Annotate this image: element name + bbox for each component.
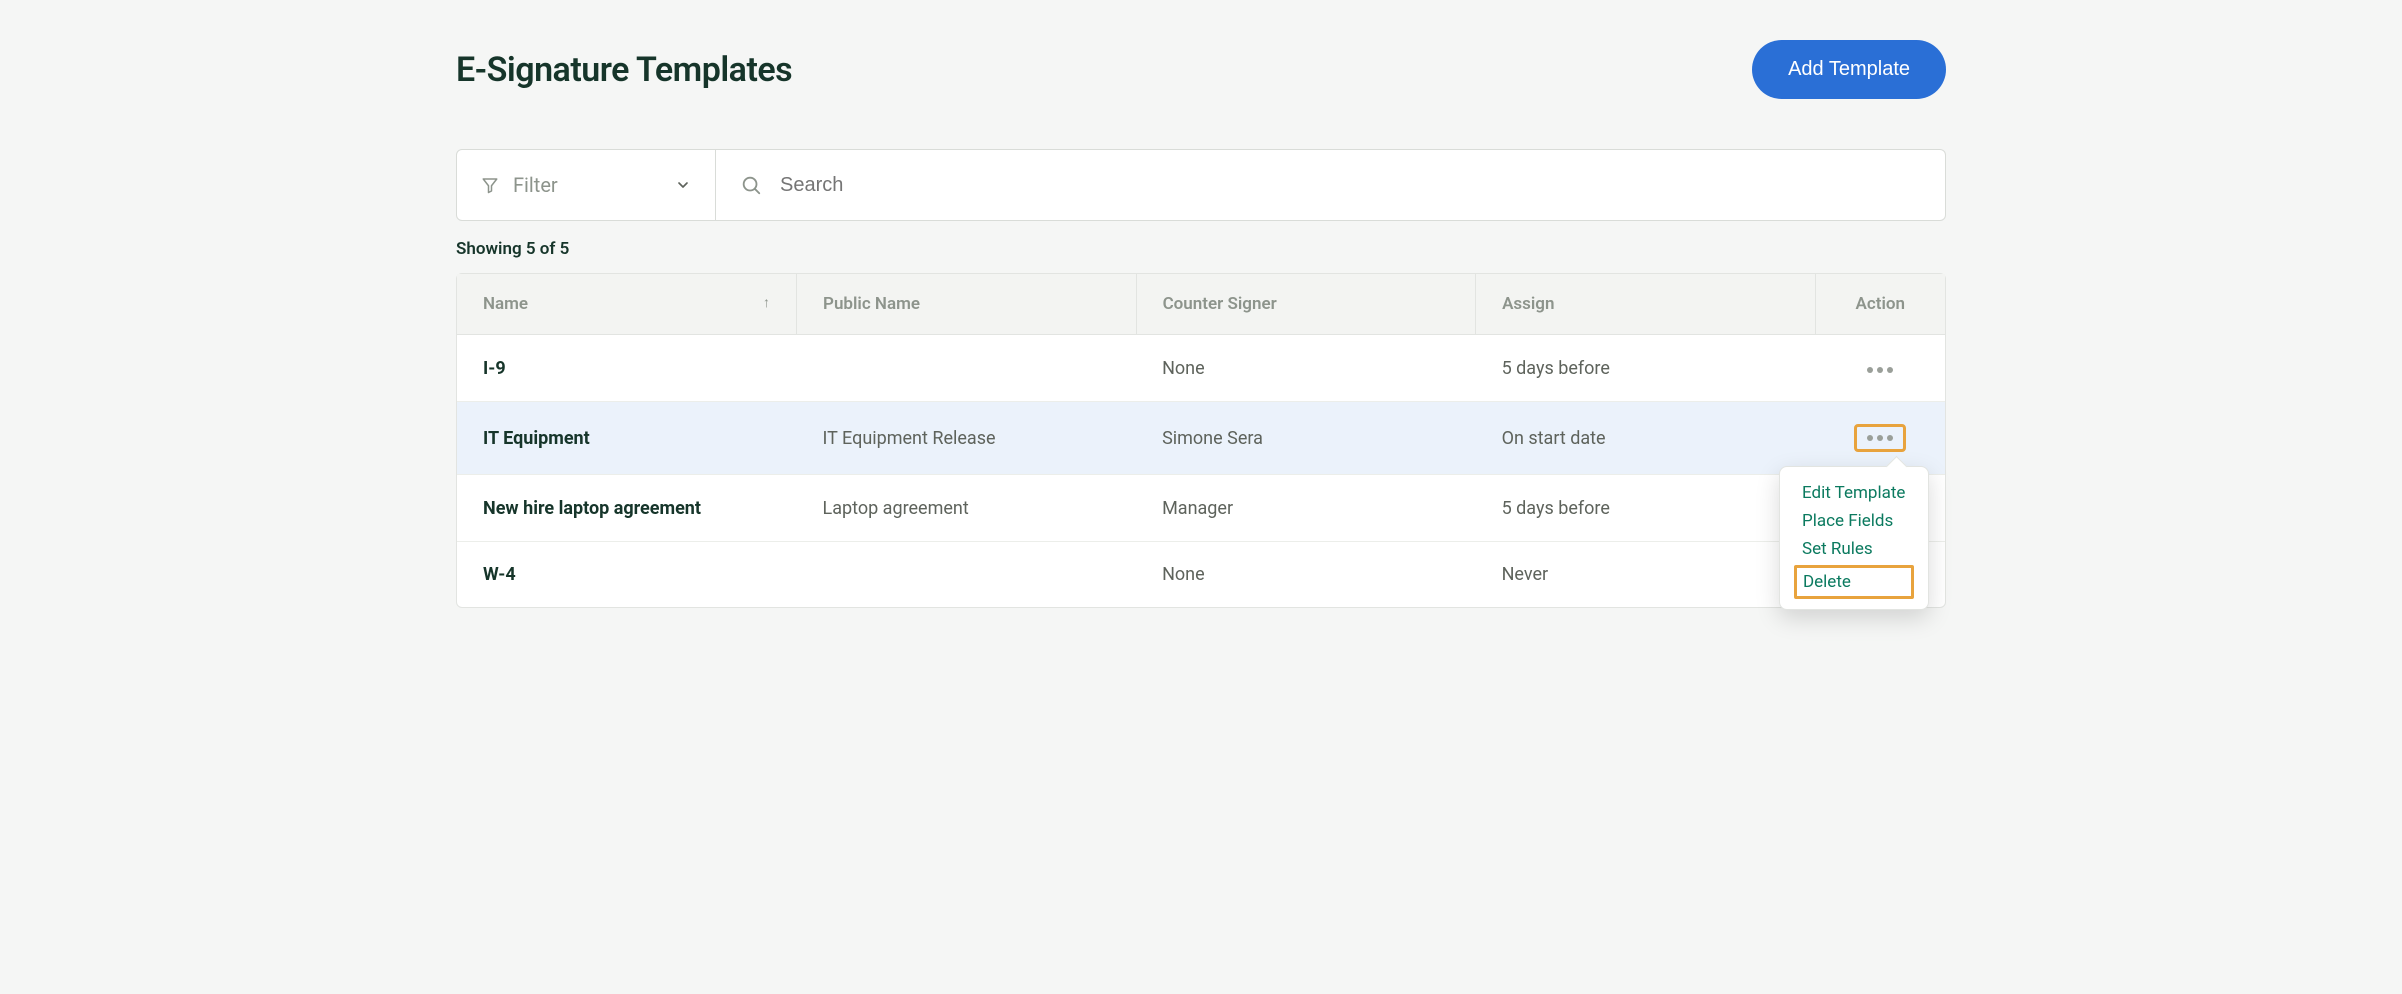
column-header-counter-signer[interactable]: Counter Signer [1136, 274, 1476, 335]
table-row[interactable]: W-4 None Never [457, 542, 1945, 608]
cell-counter-signer: None [1136, 335, 1476, 402]
filter-icon [481, 176, 499, 194]
filter-dropdown[interactable]: Filter [456, 149, 716, 221]
cell-counter-signer: Simone Sera [1136, 402, 1476, 475]
column-header-name-label: Name [483, 294, 528, 314]
column-header-public-name[interactable]: Public Name [797, 274, 1137, 335]
cell-counter-signer: None [1136, 542, 1476, 608]
cell-assign: 5 days before [1476, 335, 1815, 402]
column-header-action: Action [1815, 274, 1945, 335]
row-action-menu-button[interactable] [1859, 361, 1901, 379]
cell-public-name: Laptop agreement [797, 475, 1137, 542]
cell-assign: 5 days before [1476, 475, 1815, 542]
cell-counter-signer: Manager [1136, 475, 1476, 542]
cell-public-name: IT Equipment Release [797, 402, 1137, 475]
cell-name: New hire laptop agreement [457, 475, 797, 542]
add-template-button[interactable]: Add Template [1752, 40, 1946, 99]
cell-public-name [797, 335, 1137, 402]
page-title: E-Signature Templates [456, 50, 792, 90]
table-row[interactable]: I-9 None 5 days before [457, 335, 1945, 402]
column-header-name[interactable]: Name ↑ [457, 274, 797, 335]
search-input[interactable] [780, 174, 1921, 197]
chevron-down-icon [675, 177, 691, 193]
column-header-assign[interactable]: Assign [1476, 274, 1815, 335]
showing-count: Showing 5 of 5 [456, 239, 1946, 259]
cell-assign: Never [1476, 542, 1815, 608]
row-action-menu-button[interactable] [1854, 424, 1906, 452]
search-box[interactable] [716, 149, 1946, 221]
templates-table: Name ↑ Public Name Counter Signer Assign… [456, 273, 1946, 608]
cell-name: I-9 [457, 335, 797, 402]
table-row[interactable]: New hire laptop agreement Laptop agreeme… [457, 475, 1945, 542]
dots-icon [1867, 435, 1873, 441]
menu-delete[interactable]: Delete [1794, 565, 1914, 599]
menu-place-fields[interactable]: Place Fields [1796, 507, 1912, 535]
menu-edit-template[interactable]: Edit Template [1796, 479, 1912, 507]
cell-public-name [797, 542, 1137, 608]
cell-name: IT Equipment [457, 402, 797, 475]
menu-set-rules[interactable]: Set Rules [1796, 535, 1912, 563]
sort-asc-icon: ↑ [763, 294, 770, 311]
table-row[interactable]: IT Equipment IT Equipment Release Simone… [457, 402, 1945, 475]
cell-name: W-4 [457, 542, 797, 608]
search-icon [740, 174, 762, 196]
cell-assign: On start date [1476, 402, 1815, 475]
action-dropdown-menu: Edit Template Place Fields Set Rules Del… [1779, 466, 1929, 610]
dots-icon [1867, 367, 1873, 373]
filter-label: Filter [513, 173, 558, 197]
